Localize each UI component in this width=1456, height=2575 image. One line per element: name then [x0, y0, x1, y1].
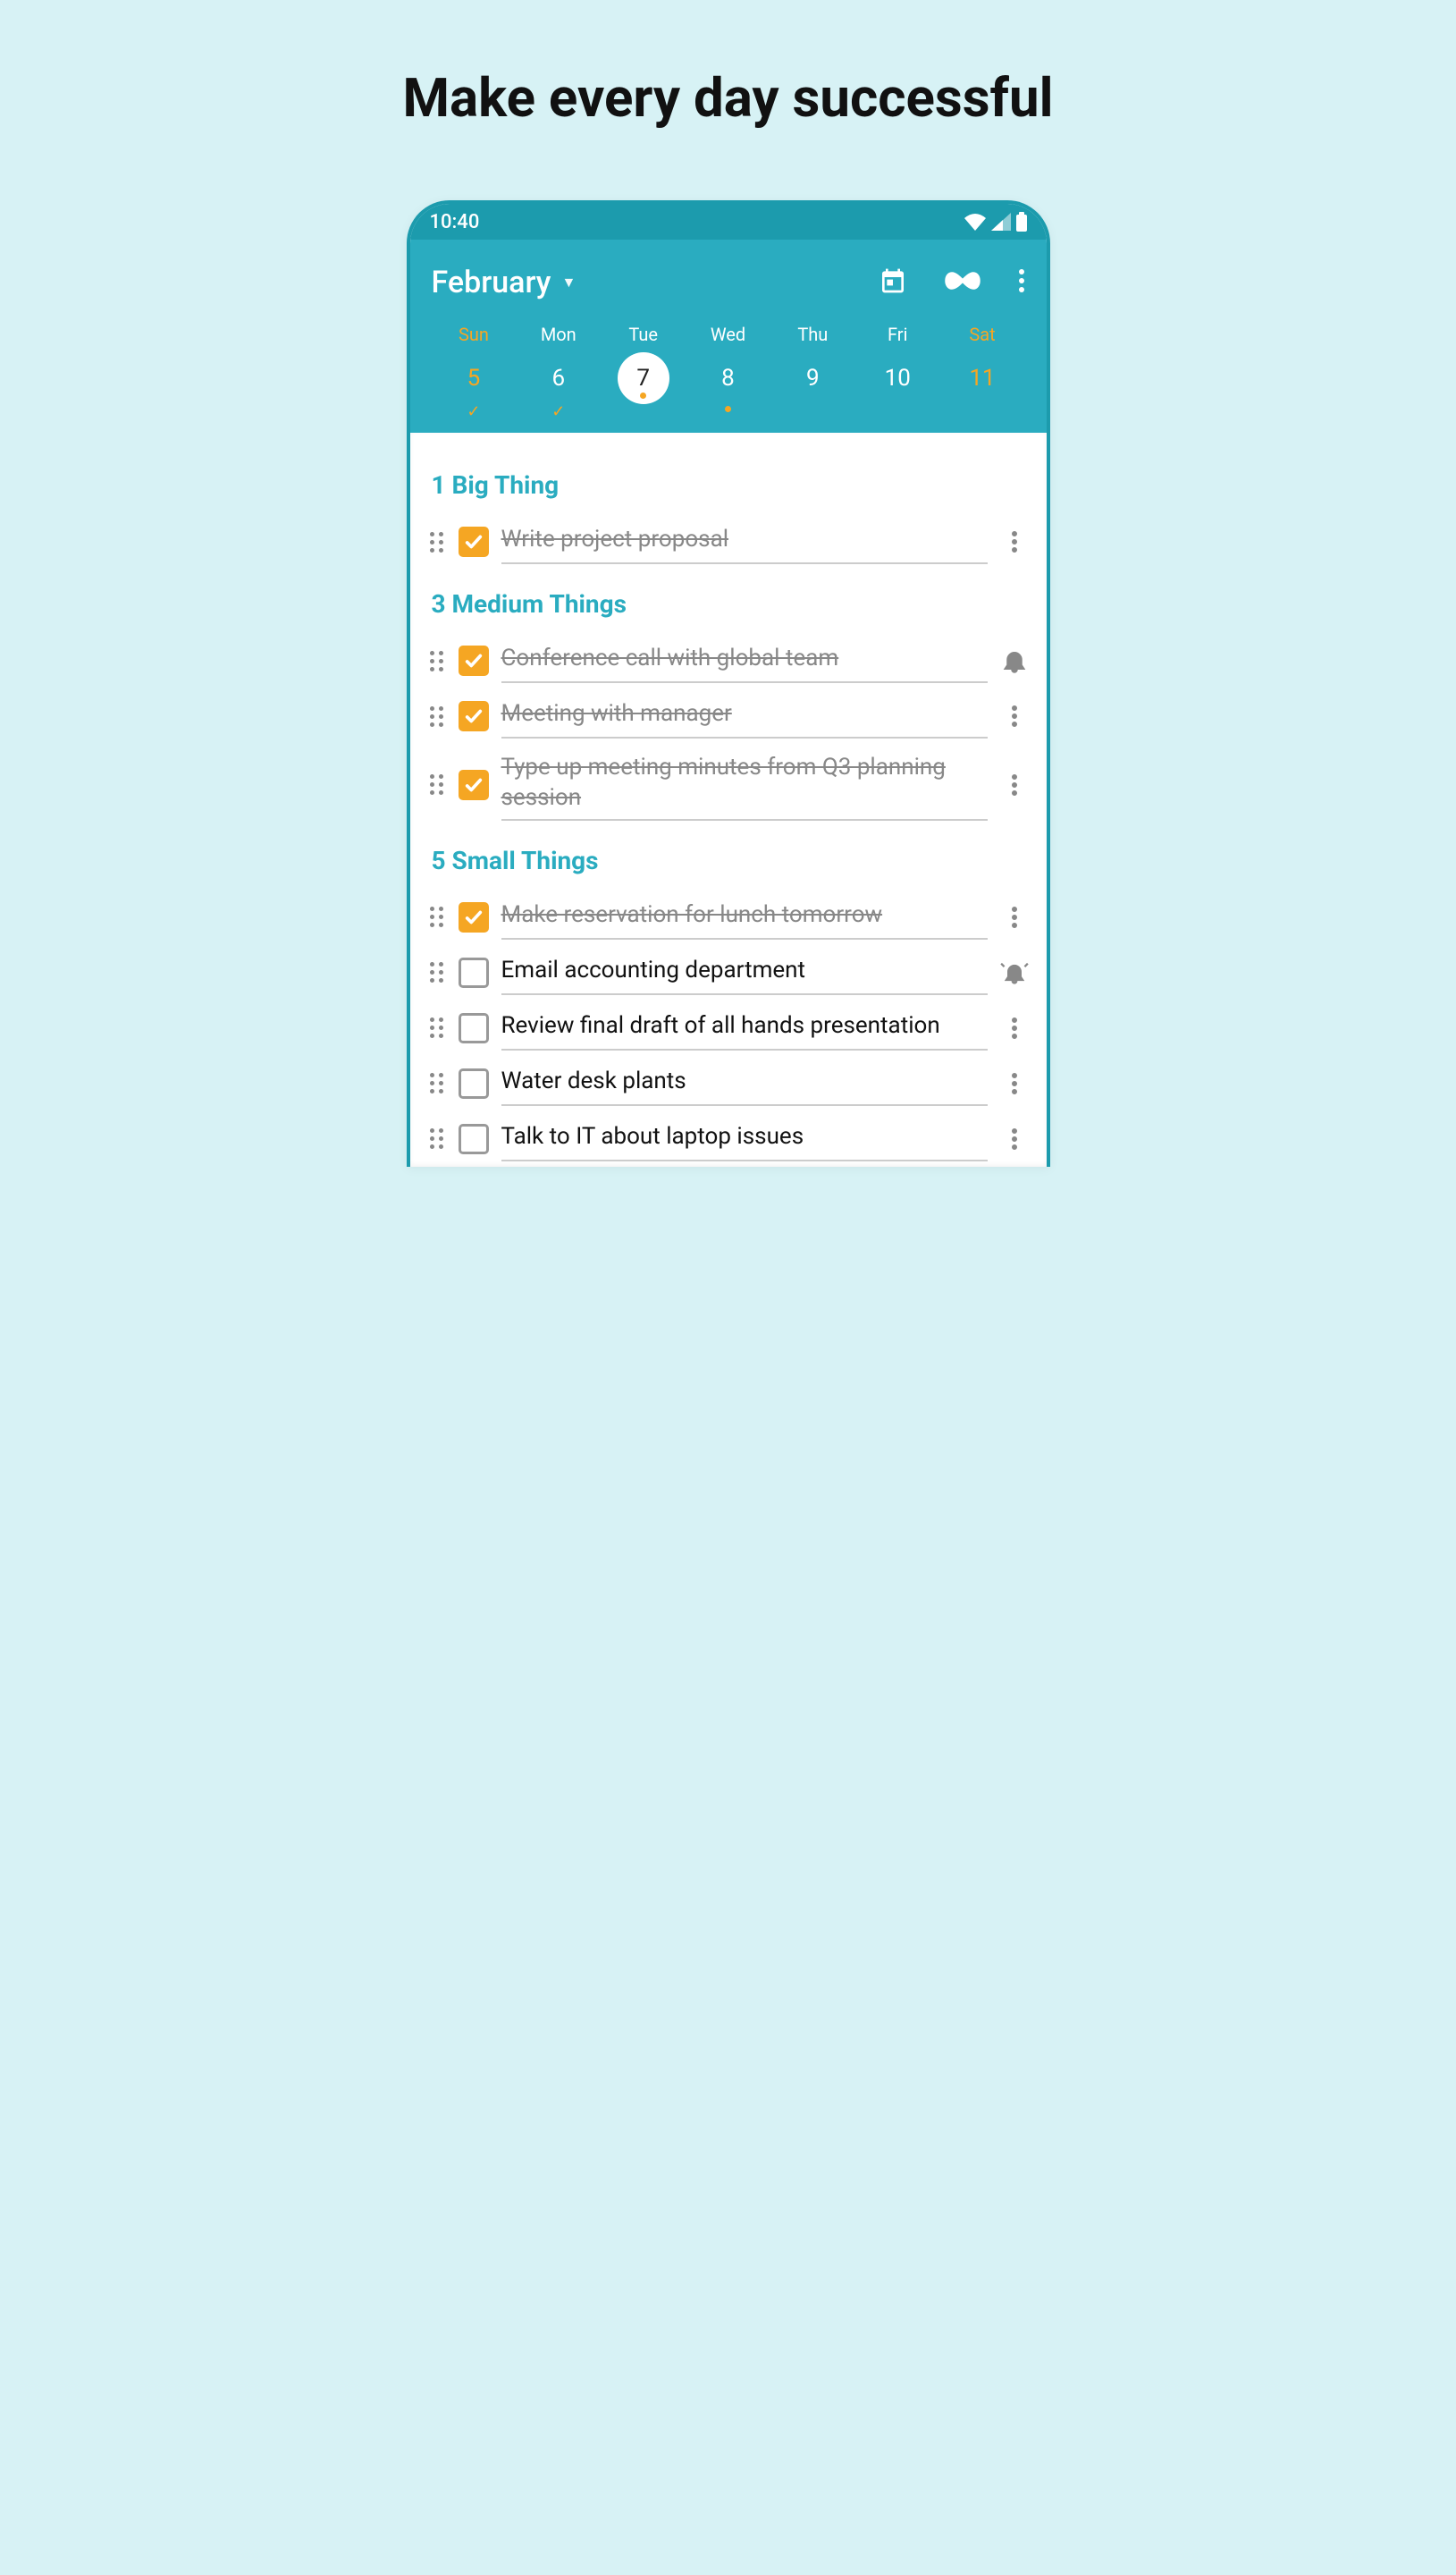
task-text: Conference call with global team — [501, 644, 839, 674]
drag-handle-icon[interactable] — [428, 530, 446, 554]
bell-ring-icon[interactable] — [1000, 958, 1029, 987]
day-indicator-check-icon: ✓ — [551, 404, 565, 420]
more-icon[interactable] — [1000, 903, 1029, 932]
battery-icon — [1016, 212, 1027, 232]
day-indicator-check-icon: ✓ — [467, 404, 480, 420]
day-column[interactable]: Mon 6✓ — [516, 324, 601, 426]
month-label: February — [432, 265, 551, 300]
drag-handle-icon[interactable] — [428, 905, 446, 929]
infinity-icon[interactable] — [943, 270, 982, 295]
task-text-field[interactable]: Make reservation for lunch tomorrow — [501, 895, 988, 940]
task-checkbox[interactable] — [459, 1013, 489, 1043]
day-number: 10 — [871, 352, 923, 404]
task-row: Write project proposal — [428, 514, 1029, 570]
section-title: 5 Small Things — [432, 846, 1029, 875]
more-icon[interactable] — [1000, 1014, 1029, 1043]
day-column[interactable]: Sat 11 — [940, 324, 1025, 426]
task-text: Make reservation for lunch tomorrow — [501, 900, 883, 931]
day-column[interactable]: Thu 9 — [770, 324, 855, 426]
day-name: Fri — [888, 324, 907, 345]
task-row: Meeting with manager — [428, 688, 1029, 744]
more-icon[interactable] — [1000, 702, 1029, 730]
task-row: Water desk plants — [428, 1056, 1029, 1111]
drag-handle-icon[interactable] — [428, 705, 446, 729]
day-number: 5 — [448, 352, 500, 404]
calendar-icon[interactable] — [879, 266, 907, 299]
day-column[interactable]: Tue 7 — [601, 324, 686, 426]
section-title: 3 Medium Things — [432, 589, 1029, 619]
task-text-field[interactable]: Conference call with global team — [501, 638, 988, 683]
task-checkbox[interactable] — [459, 527, 489, 557]
task-checkbox[interactable] — [459, 646, 489, 676]
task-text-field[interactable]: Email accounting department — [501, 950, 988, 995]
day-number: 9 — [787, 352, 838, 404]
day-name: Wed — [711, 324, 745, 345]
task-text: Type up meeting minutes from Q3 planning… — [501, 753, 988, 814]
task-checkbox[interactable] — [459, 770, 489, 800]
day-indicator-dot — [640, 393, 646, 399]
day-name: Sun — [459, 324, 489, 345]
day-column[interactable]: Wed 8 — [686, 324, 770, 426]
day-name: Mon — [541, 324, 577, 345]
day-number: 8 — [702, 352, 753, 404]
day-name: Thu — [797, 324, 828, 345]
drag-handle-icon[interactable] — [428, 960, 446, 984]
task-row: Type up meeting minutes from Q3 planning… — [428, 744, 1029, 826]
month-picker[interactable]: February ▼ — [432, 265, 577, 300]
task-text-field[interactable]: Review final draft of all hands presenta… — [501, 1006, 988, 1051]
promo-headline: Make every day successful — [403, 67, 1054, 129]
status-bar: 10:40 — [410, 204, 1047, 240]
task-text-field[interactable]: Write project proposal — [501, 519, 988, 564]
drag-handle-icon[interactable] — [428, 1071, 446, 1095]
day-name: Sat — [969, 324, 995, 345]
task-checkbox[interactable] — [459, 1068, 489, 1099]
drag-handle-icon[interactable] — [428, 1016, 446, 1040]
task-row: Email accounting department — [428, 945, 1029, 1000]
day-number: 11 — [956, 352, 1008, 404]
task-checkbox[interactable] — [459, 958, 489, 988]
task-text: Water desk plants — [501, 1067, 686, 1097]
section-title: 1 Big Thing — [432, 470, 1029, 500]
status-icons — [964, 212, 1027, 232]
task-text-field[interactable]: Water desk plants — [501, 1061, 988, 1106]
task-text: Talk to IT about laptop issues — [501, 1122, 804, 1152]
task-text: Review final draft of all hands presenta… — [501, 1011, 940, 1042]
task-text: Meeting with manager — [501, 699, 732, 730]
day-indicator-dot — [725, 406, 731, 412]
task-text: Write project proposal — [501, 525, 729, 555]
chevron-down-icon: ▼ — [561, 274, 576, 291]
task-checkbox[interactable] — [459, 701, 489, 731]
task-text-field[interactable]: Meeting with manager — [501, 694, 988, 739]
drag-handle-icon[interactable] — [428, 772, 446, 797]
task-row: Make reservation for lunch tomorrow — [428, 890, 1029, 945]
task-row: Conference call with global team — [428, 633, 1029, 688]
app-header: February ▼ Sun5✓Mon6✓Tue7Wed8Thu9Fri10Sa… — [410, 240, 1047, 433]
day-name: Tue — [628, 324, 658, 345]
more-icon[interactable] — [1018, 268, 1025, 297]
day-number: 6 — [533, 352, 585, 404]
task-text: Email accounting department — [501, 956, 806, 986]
drag-handle-icon[interactable] — [428, 649, 446, 673]
status-time: 10:40 — [430, 211, 480, 233]
more-icon[interactable] — [1000, 528, 1029, 556]
task-row: Talk to IT about laptop issues — [428, 1111, 1029, 1167]
task-row: Review final draft of all hands presenta… — [428, 1000, 1029, 1056]
phone-frame: 10:40 February ▼ — [407, 200, 1050, 1167]
task-checkbox[interactable] — [459, 1124, 489, 1154]
bell-icon[interactable] — [1000, 646, 1029, 675]
day-number: 7 — [618, 352, 669, 404]
task-text-field[interactable]: Talk to IT about laptop issues — [501, 1117, 988, 1161]
task-text-field[interactable]: Type up meeting minutes from Q3 planning… — [501, 749, 988, 821]
signal-icon — [991, 213, 1011, 231]
more-icon[interactable] — [1000, 771, 1029, 799]
drag-handle-icon[interactable] — [428, 1127, 446, 1151]
more-icon[interactable] — [1000, 1069, 1029, 1098]
day-column[interactable]: Sun 5✓ — [432, 324, 517, 426]
more-icon[interactable] — [1000, 1125, 1029, 1153]
day-column[interactable]: Fri 10 — [855, 324, 940, 426]
task-checkbox[interactable] — [459, 902, 489, 933]
wifi-icon — [964, 213, 986, 231]
